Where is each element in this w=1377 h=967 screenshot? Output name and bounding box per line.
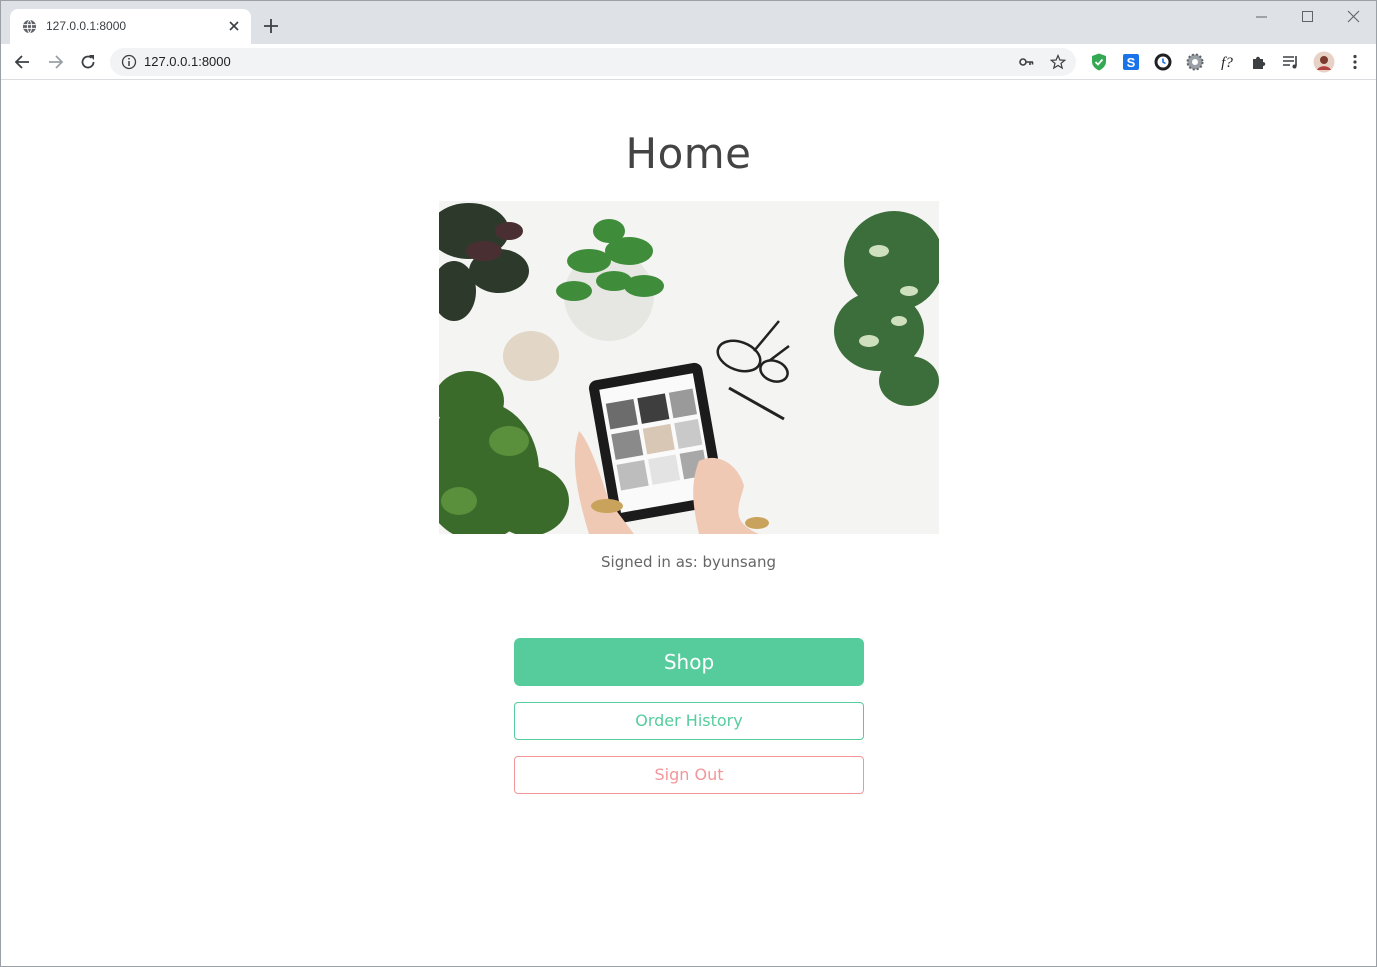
globe-icon — [22, 19, 37, 34]
signed-in-text: Signed in as: byunsang — [601, 553, 776, 571]
page-content: Home Signed in as: byunsang Shop Order H… — [1, 81, 1376, 966]
shop-button[interactable]: Shop — [514, 638, 864, 686]
menu-kebab-icon[interactable] — [1345, 52, 1365, 72]
url-text[interactable]: 127.0.0.1:8000 — [144, 54, 231, 69]
font-extension-icon[interactable]: f? — [1217, 52, 1237, 72]
profile-avatar[interactable] — [1313, 51, 1335, 73]
clock-extension-icon[interactable] — [1153, 52, 1173, 72]
browser-tab[interactable]: 127.0.0.1:8000 — [10, 9, 251, 44]
page-title: Home — [625, 129, 752, 178]
new-tab-plus-icon[interactable] — [262, 17, 280, 35]
key-icon[interactable] — [1018, 54, 1034, 70]
forward-arrow-icon[interactable] — [45, 52, 65, 72]
order-history-button[interactable]: Order History — [514, 702, 864, 740]
s-extension-icon[interactable]: S — [1121, 52, 1141, 72]
browser-window: 127.0.0.1:8000 127.0.0.1:8000 S f? Home … — [0, 0, 1377, 967]
tab-close-icon[interactable] — [226, 18, 242, 34]
browser-toolbar: 127.0.0.1:8000 S f? — [1, 44, 1376, 80]
close-window-icon[interactable] — [1344, 7, 1364, 27]
tab-title: 127.0.0.1:8000 — [46, 19, 127, 33]
shield-extension-icon[interactable] — [1089, 52, 1109, 72]
sign-out-button[interactable]: Sign Out — [514, 756, 864, 794]
reload-icon[interactable] — [78, 52, 98, 72]
address-bar[interactable]: 127.0.0.1:8000 — [110, 48, 1076, 76]
playlist-extension-icon[interactable] — [1281, 52, 1301, 72]
info-icon[interactable] — [121, 54, 137, 70]
maximize-icon[interactable] — [1298, 7, 1318, 27]
tab-strip: 127.0.0.1:8000 — [1, 1, 1376, 44]
minimize-icon[interactable] — [1252, 7, 1272, 27]
gear-extension-icon[interactable] — [1185, 52, 1205, 72]
svg-text:S: S — [1127, 55, 1136, 70]
tablet-with-plants-photo — [439, 201, 939, 534]
star-icon[interactable] — [1050, 54, 1066, 70]
back-arrow-icon[interactable] — [13, 52, 33, 72]
puzzle-extension-icon[interactable] — [1249, 52, 1269, 72]
svg-text:f?: f? — [1221, 55, 1233, 71]
